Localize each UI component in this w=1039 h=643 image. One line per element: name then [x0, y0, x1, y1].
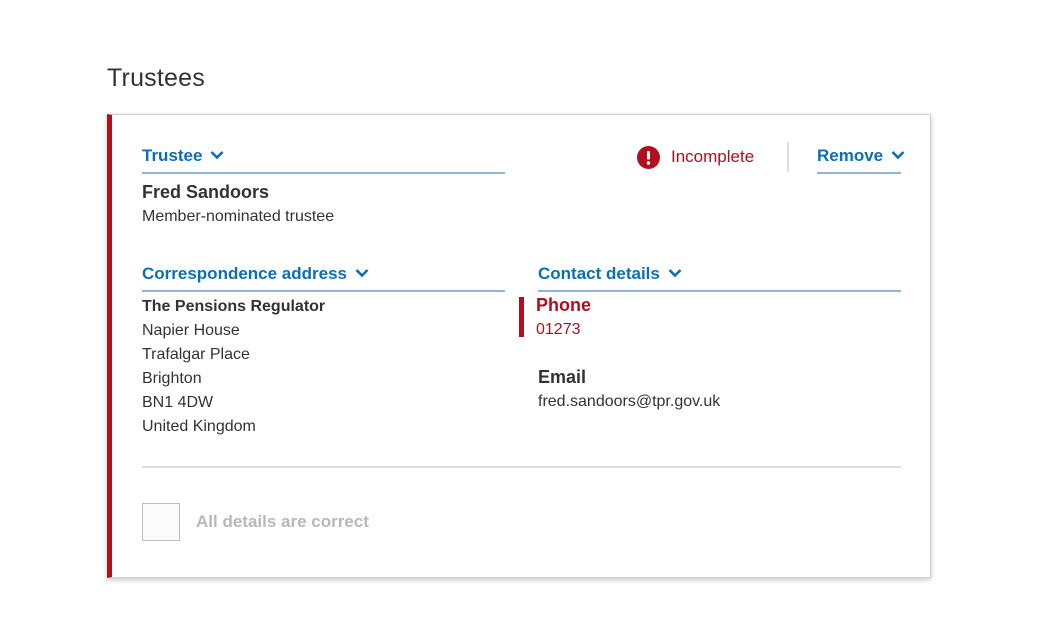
address-section-label: Correspondence address: [142, 264, 348, 283]
phone-value: 01273: [536, 321, 581, 338]
header-divider: [787, 142, 789, 172]
address-line: BN1 4DW: [142, 394, 214, 411]
trustee-section-toggle[interactable]: Trustee: [142, 146, 505, 174]
email-value: fred.sandoors@tpr.gov.uk: [538, 393, 721, 410]
confirm-details: All details are correct: [142, 503, 369, 541]
email-label: Email: [538, 367, 587, 387]
status-badge: Incomplete: [637, 145, 755, 169]
confirm-label[interactable]: All details are correct: [196, 512, 369, 532]
contact-section-label: Contact details: [538, 264, 660, 283]
remove-toggle[interactable]: Remove: [817, 146, 905, 174]
address-line: Trafalgar Place: [142, 346, 250, 363]
trustee-role: Member-nominated trustee: [142, 208, 335, 225]
trustee-section-label: Trustee: [142, 146, 203, 165]
address-line: United Kingdom: [142, 418, 256, 435]
trustee-card: Trustee Incomplete Remove Fred Sandoors …: [107, 114, 931, 578]
phone-label: Phone: [536, 295, 592, 315]
confirm-checkbox[interactable]: [142, 503, 180, 541]
alert-circle-icon: [637, 145, 660, 169]
chevron-down-icon: [355, 268, 369, 278]
remove-label: Remove: [817, 146, 884, 165]
correspondence-address: The Pensions Regulator Napier House Traf…: [142, 295, 325, 439]
address-line: The Pensions Regulator: [142, 298, 326, 315]
chevron-down-icon: [668, 268, 682, 278]
section-divider: [142, 466, 901, 468]
address-line: Brighton: [142, 370, 202, 387]
chevron-down-icon: [210, 150, 224, 160]
phone-error-bar: [519, 297, 524, 337]
chevron-down-icon: [891, 150, 905, 160]
trustee-name: Fred Sandoors: [142, 182, 270, 202]
status-label: Incomplete: [671, 147, 755, 166]
address-section-toggle[interactable]: Correspondence address: [142, 264, 505, 292]
contact-section-toggle[interactable]: Contact details: [538, 264, 901, 292]
page-title: Trustees: [107, 64, 205, 92]
address-line: Napier House: [142, 322, 240, 339]
